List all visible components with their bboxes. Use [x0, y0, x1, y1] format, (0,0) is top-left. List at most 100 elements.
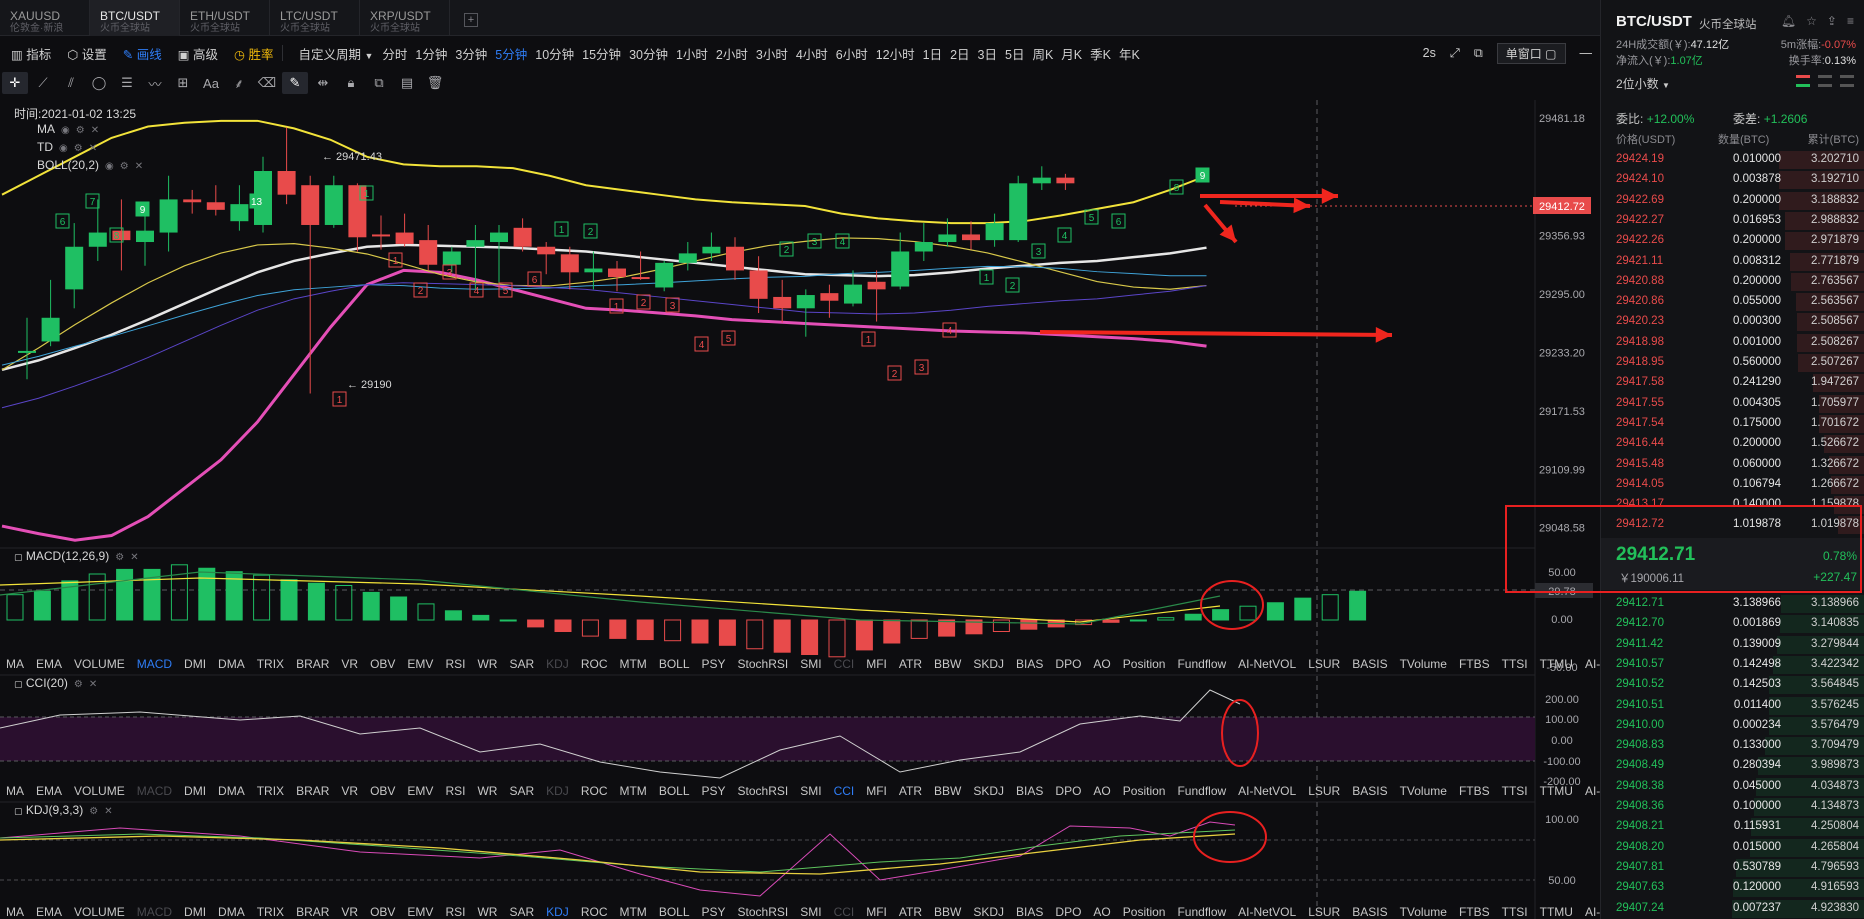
indicator-option[interactable]: VR [335, 784, 364, 798]
indicator-option[interactable]: KDJ [540, 905, 575, 919]
indicator-option[interactable]: TVolume [1394, 905, 1453, 919]
indicator-option[interactable]: LSUR [1302, 784, 1346, 798]
close-icon[interactable]: ✕ [135, 161, 143, 172]
indicator-option[interactable]: BBW [928, 905, 967, 919]
menu-icon[interactable]: ≡ [1847, 14, 1854, 28]
indicator-option[interactable]: ROC [575, 657, 614, 671]
indicator-option[interactable]: CCI [828, 784, 861, 798]
indicator-option[interactable]: AI-NetVOL [1232, 905, 1302, 919]
kdj-legend[interactable]: ▢ KDJ(9,3,3) ⚙ ✕ [14, 803, 113, 817]
bid-row[interactable]: 29412.70 0.001869 3.140835 [1601, 614, 1864, 634]
indicator-option[interactable]: SAR [503, 784, 540, 798]
indicator-option[interactable]: Fundflow [1171, 657, 1232, 671]
indicator-option[interactable]: DMI [178, 657, 212, 671]
indicator-option[interactable]: BASIS [1346, 784, 1393, 798]
indicator-option[interactable]: MFI [860, 657, 893, 671]
indicator-option[interactable]: MFI [860, 905, 893, 919]
indicator-option[interactable]: SKDJ [967, 657, 1010, 671]
indicator-option[interactable]: AI-NetVOL [1232, 657, 1302, 671]
ask-row[interactable]: 29421.11 0.008312 2.771879 [1601, 252, 1864, 272]
indicator-option[interactable]: LSUR [1302, 657, 1346, 671]
bid-row[interactable]: 29408.36 0.100000 4.134873 [1601, 797, 1864, 817]
indicator-option[interactable]: MA [0, 784, 30, 798]
indicator-option[interactable]: Position [1117, 905, 1172, 919]
close-icon[interactable]: ✕ [104, 806, 112, 817]
indicator-option[interactable]: ROC [575, 784, 614, 798]
bid-row[interactable]: 29408.38 0.045000 4.034873 [1601, 777, 1864, 797]
ask-row[interactable]: 29420.86 0.055000 2.563567 [1601, 292, 1864, 312]
close-icon[interactable]: ✕ [130, 552, 138, 563]
bid-row[interactable]: 29412.71 3.138966 3.138966 [1601, 594, 1864, 614]
indicator-option[interactable]: SMI [794, 905, 827, 919]
indicator-option[interactable]: AO [1087, 784, 1116, 798]
bid-row[interactable]: 29408.49 0.280394 3.989873 [1601, 756, 1864, 776]
indicator-option[interactable]: DMA [212, 784, 251, 798]
indicator-option[interactable]: VR [335, 905, 364, 919]
indicator-option[interactable]: BASIS [1346, 905, 1393, 919]
indicator-option[interactable]: TVolume [1394, 657, 1453, 671]
indicator-option[interactable]: KDJ [540, 784, 575, 798]
indicator-option[interactable]: EMV [401, 784, 439, 798]
ask-row[interactable]: 29418.95 0.560000 2.507267 [1601, 353, 1864, 373]
indicator-option[interactable]: PSY [696, 784, 732, 798]
indicator-option[interactable]: BBW [928, 657, 967, 671]
ask-row[interactable]: 29416.44 0.200000 1.526672 [1601, 434, 1864, 454]
indicator-option[interactable]: Position [1117, 784, 1172, 798]
macd-legend[interactable]: ▢ MACD(12,26,9) ⚙ ✕ [14, 549, 139, 563]
indicator-option[interactable]: SMI [794, 784, 827, 798]
close-icon[interactable]: ✕ [89, 143, 97, 154]
indicator-option[interactable]: RSI [439, 905, 471, 919]
indicator-option[interactable]: OBV [364, 784, 401, 798]
bell-icon[interactable]: 🔔︎ [1781, 14, 1796, 28]
gear-icon[interactable]: ⚙ [74, 143, 83, 154]
indicator-option[interactable]: PSY [696, 657, 732, 671]
indicator-option[interactable]: Position [1117, 657, 1172, 671]
star-icon[interactable]: ☆ [1806, 14, 1817, 28]
indicator-option[interactable]: Fundflow [1171, 784, 1232, 798]
ask-row[interactable]: 29417.55 0.004305 1.705977 [1601, 394, 1864, 414]
indicator-option[interactable]: AO [1087, 905, 1116, 919]
indicator-option[interactable]: BRAR [290, 657, 335, 671]
indicator-option[interactable]: EMV [401, 905, 439, 919]
indicator-option[interactable]: BOLL [653, 784, 696, 798]
indicator-option[interactable]: BASIS [1346, 657, 1393, 671]
indicator-option[interactable]: BIAS [1010, 784, 1049, 798]
ask-row[interactable]: 29420.23 0.000300 2.508567 [1601, 312, 1864, 332]
indicator-option[interactable]: ATR [893, 784, 928, 798]
cci-legend[interactable]: ▢ CCI(20) ⚙ ✕ [14, 676, 97, 690]
indicator-option[interactable]: DPO [1049, 784, 1087, 798]
legend-boll[interactable]: BOLL(20,2) ◉ ⚙ ✕ [37, 158, 143, 172]
indicator-option[interactable]: FTBS [1453, 784, 1496, 798]
bid-row[interactable]: 29407.24 0.007237 4.923830 [1601, 899, 1864, 919]
indicator-option[interactable]: MTM [613, 905, 652, 919]
gear-icon[interactable]: ⚙ [74, 679, 83, 690]
indicator-option[interactable]: SKDJ [967, 784, 1010, 798]
indicator-option[interactable]: AI-NetVOL [1232, 784, 1302, 798]
indicator-option[interactable]: WR [471, 905, 503, 919]
indicator-option[interactable]: TTSI [1496, 905, 1534, 919]
indicator-option[interactable]: MA [0, 657, 30, 671]
legend-ma[interactable]: MA ◉ ⚙ ✕ [37, 122, 99, 136]
indicator-option[interactable]: SKDJ [967, 905, 1010, 919]
indicator-option[interactable]: MFI [860, 784, 893, 798]
indicator-option[interactable]: MTM [613, 657, 652, 671]
indicator-option[interactable]: TRIX [251, 657, 290, 671]
indicator-option[interactable]: KDJ [540, 657, 575, 671]
indicator-option[interactable]: BBW [928, 784, 967, 798]
bid-row[interactable]: 29407.81 0.530789 4.796593 [1601, 858, 1864, 878]
indicator-option[interactable]: VR [335, 657, 364, 671]
indicator-option[interactable]: DPO [1049, 905, 1087, 919]
ask-row[interactable]: 29424.10 0.003878 3.192710 [1601, 170, 1864, 190]
indicator-option[interactable]: TRIX [251, 905, 290, 919]
ask-row[interactable]: 29415.48 0.060000 1.326672 [1601, 455, 1864, 475]
decimals-dropdown[interactable]: 2位小数 ▼ [1616, 75, 1670, 92]
gear-icon[interactable]: ⚙ [115, 552, 124, 563]
indicator-option[interactable]: BOLL [653, 657, 696, 671]
indicator-option[interactable]: TTSI [1496, 657, 1534, 671]
bid-row[interactable]: 29410.51 0.011400 3.576245 [1601, 696, 1864, 716]
indicator-option[interactable]: LSUR [1302, 905, 1346, 919]
indicator-option[interactable]: EMA [30, 905, 68, 919]
ask-row[interactable]: 29417.54 0.175000 1.701672 [1601, 414, 1864, 434]
bid-row[interactable]: 29411.42 0.139009 3.279844 [1601, 635, 1864, 655]
indicator-option[interactable]: BOLL [653, 905, 696, 919]
